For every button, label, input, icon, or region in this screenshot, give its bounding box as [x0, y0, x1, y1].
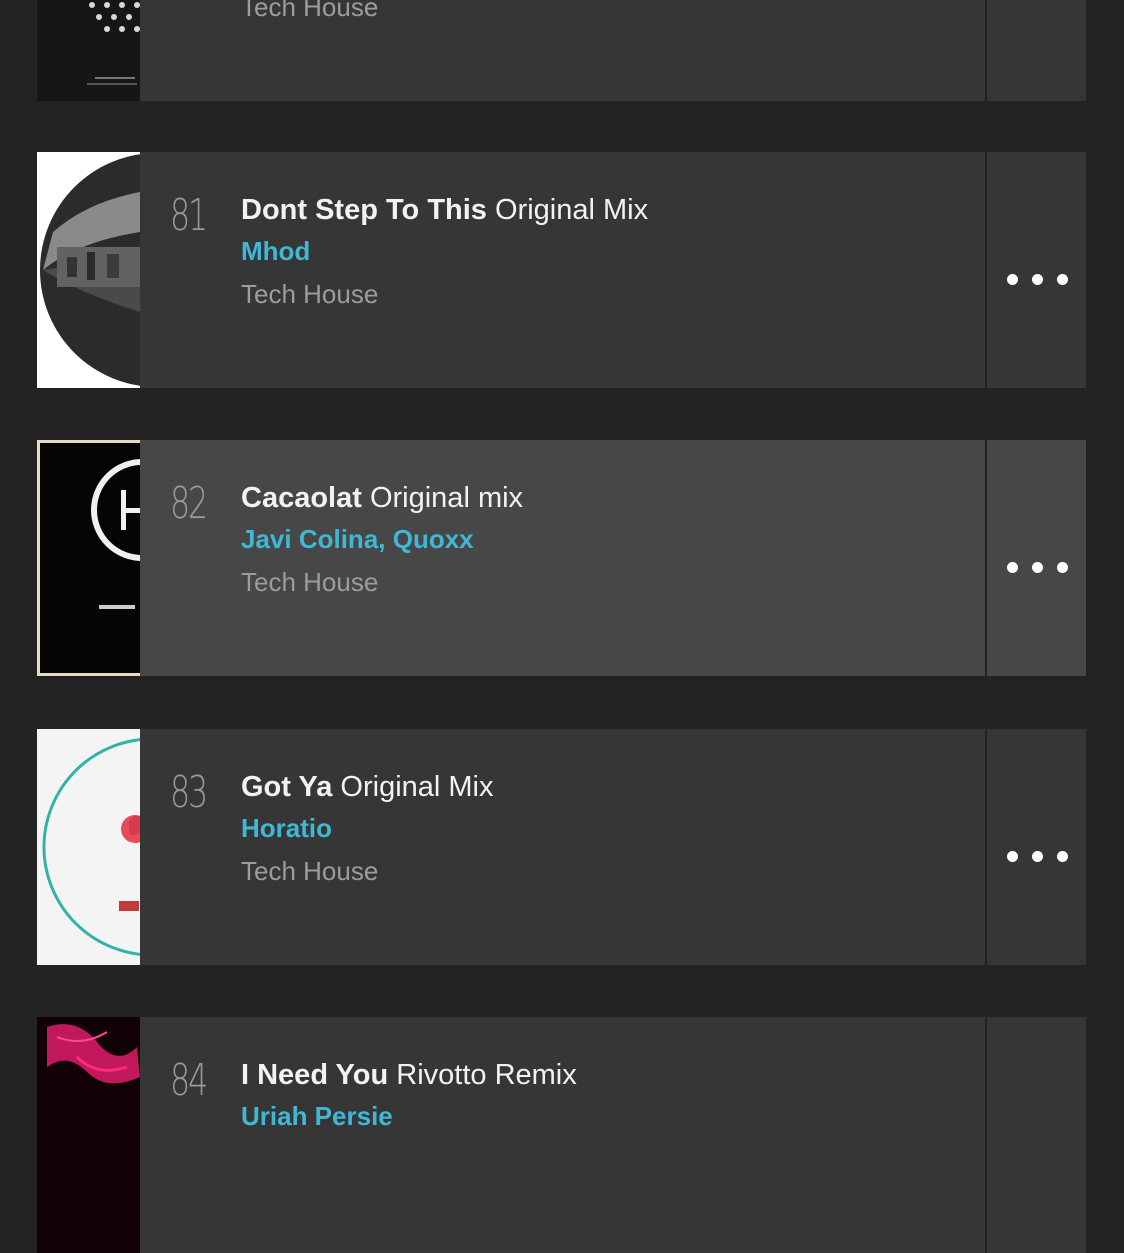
track-title-line[interactable]: Dont Step To This Original Mix [241, 194, 648, 227]
track-info[interactable]: 81 Dont Step To This Original Mix Mhod T… [140, 152, 985, 388]
track-row[interactable]: 83 Got Ya Original Mix Horatio Tech Hous… [37, 729, 1086, 965]
more-dots-icon [1007, 274, 1068, 285]
track-rank: 84 [170, 1055, 208, 1106]
track-rank: 83 [170, 767, 208, 818]
track-artist[interactable]: Horatio [241, 813, 332, 844]
track-info[interactable]: 82 Cacaolat Original mix Javi Colina, Qu… [140, 440, 985, 676]
track-mix: Original mix [369, 482, 524, 514]
track-title-line[interactable]: Cacaolat Original mix [241, 482, 523, 515]
track-artist[interactable]: Javi Colina, Quoxx [241, 524, 474, 555]
track-title[interactable]: Cacaolat [241, 482, 362, 514]
track-info[interactable]: 83 Got Ya Original Mix Horatio Tech Hous… [140, 729, 985, 965]
track-artist[interactable]: Mhod [241, 236, 310, 267]
more-options-button[interactable] [987, 440, 1086, 676]
album-artwork[interactable] [37, 1017, 140, 1253]
track-rank: 81 [170, 190, 208, 241]
track-row[interactable]: 81 Dont Step To This Original Mix Mhod T… [37, 152, 1086, 388]
more-options-button[interactable] [987, 1017, 1086, 1253]
track-genre[interactable]: Tech House [241, 856, 378, 887]
track-title-line[interactable]: I Need You Rivotto Remix [241, 1059, 577, 1092]
track-genre[interactable]: Tech House [241, 279, 378, 310]
more-options-button[interactable] [987, 152, 1086, 388]
track-row[interactable]: 84 I Need You Rivotto Remix Uriah Persie [37, 1017, 1086, 1253]
track-genre[interactable]: Tech House [241, 567, 378, 598]
track-row[interactable]: Tech House [37, 0, 1086, 101]
track-genre[interactable]: Tech House [241, 0, 378, 23]
track-artist[interactable]: Uriah Persie [241, 1101, 393, 1132]
album-artwork[interactable] [37, 440, 140, 676]
track-info[interactable]: Tech House [140, 0, 985, 101]
album-artwork[interactable] [37, 152, 140, 388]
track-mix: Original Mix [495, 194, 649, 226]
album-artwork[interactable] [37, 0, 140, 101]
more-options-button[interactable] [987, 0, 1086, 101]
track-rank: 82 [170, 478, 208, 529]
track-title-line[interactable]: Got Ya Original Mix [241, 771, 494, 804]
track-info[interactable]: 84 I Need You Rivotto Remix Uriah Persie [140, 1017, 985, 1253]
more-dots-icon [1007, 851, 1068, 862]
track-mix: Original Mix [340, 771, 494, 803]
more-dots-icon [1007, 562, 1068, 573]
more-options-button[interactable] [987, 729, 1086, 965]
track-title[interactable]: I Need You [241, 1059, 388, 1091]
album-artwork[interactable] [37, 729, 140, 965]
track-mix: Rivotto Remix [396, 1059, 577, 1091]
track-title[interactable]: Dont Step To This [241, 194, 487, 226]
track-title[interactable]: Got Ya [241, 771, 332, 803]
track-row[interactable]: 82 Cacaolat Original mix Javi Colina, Qu… [37, 440, 1086, 676]
